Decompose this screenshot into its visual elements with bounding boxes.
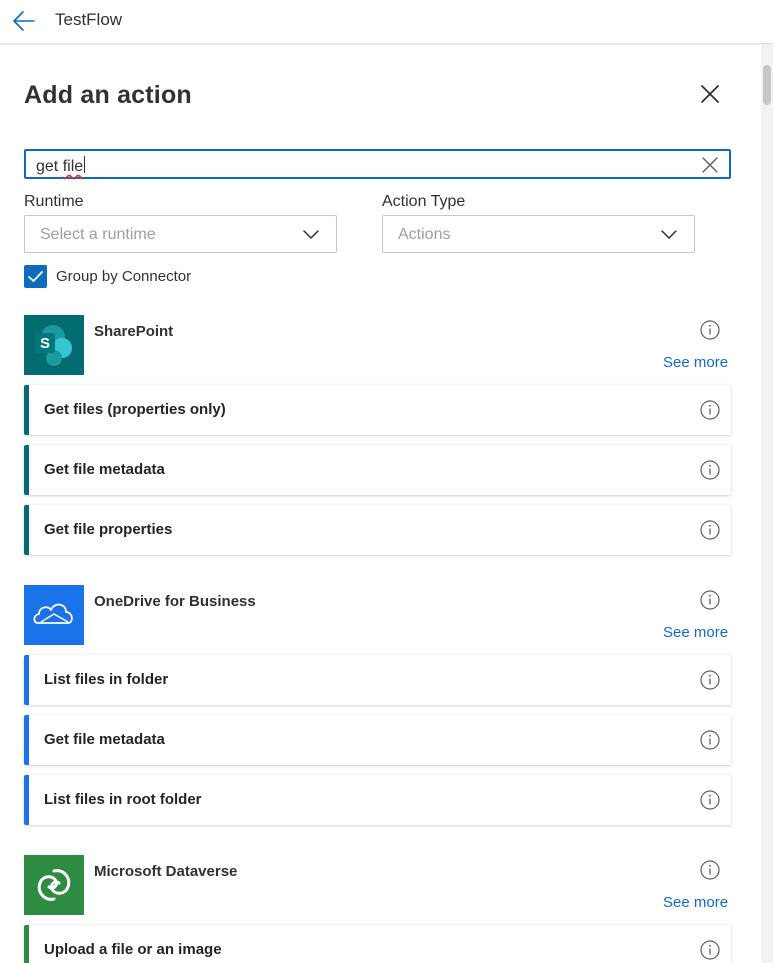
- runtime-dropdown[interactable]: Select a runtime: [24, 215, 337, 253]
- scrollbar-thumb[interactable]: [763, 65, 771, 105]
- runtime-placeholder: Select a runtime: [40, 226, 156, 243]
- info-icon[interactable]: [700, 860, 720, 880]
- search-input[interactable]: get file: [24, 149, 731, 179]
- flow-name: TestFlow: [55, 10, 123, 29]
- action-item[interactable]: Get file metadata: [24, 445, 731, 495]
- onedrive-icon: [24, 585, 84, 645]
- action-type-label: Action Type: [382, 193, 466, 210]
- info-icon[interactable]: [700, 520, 720, 540]
- info-icon[interactable]: [700, 400, 720, 420]
- group-by-connector-label: Group by Connector: [56, 268, 192, 285]
- action-item[interactable]: Get file metadata: [24, 715, 731, 765]
- action-label: Get file properties: [44, 521, 173, 538]
- action-accent: [24, 445, 29, 495]
- action-accent: [24, 655, 29, 705]
- top-bar: TestFlow: [0, 0, 773, 44]
- close-icon[interactable]: [698, 82, 722, 106]
- action-accent: [24, 715, 29, 765]
- action-accent: [24, 505, 29, 555]
- action-label: Get files (properties only): [44, 401, 226, 418]
- action-accent: [24, 775, 29, 825]
- action-type-placeholder: Actions: [398, 226, 451, 243]
- action-item[interactable]: Upload a file or an image: [24, 925, 731, 963]
- checkmark-icon: [28, 271, 43, 282]
- chevron-down-icon: [661, 230, 677, 239]
- connector-name-onedrive: OneDrive for Business: [94, 593, 256, 610]
- action-item[interactable]: List files in root folder: [24, 775, 731, 825]
- back-arrow-icon[interactable]: [10, 8, 38, 34]
- runtime-label: Runtime: [24, 193, 84, 210]
- action-item[interactable]: List files in folder: [24, 655, 731, 705]
- panel-title: Add an action: [24, 81, 192, 109]
- see-more-link[interactable]: See more: [663, 354, 728, 371]
- connector-name-dataverse: Microsoft Dataverse: [94, 863, 238, 880]
- dataverse-icon: [24, 855, 84, 915]
- action-accent: [24, 385, 29, 435]
- see-more-link[interactable]: See more: [663, 624, 728, 641]
- info-icon[interactable]: [700, 320, 720, 340]
- action-item[interactable]: Get file properties: [24, 505, 731, 555]
- info-icon[interactable]: [700, 730, 720, 750]
- action-item[interactable]: Get files (properties only): [24, 385, 731, 435]
- info-icon[interactable]: [700, 670, 720, 690]
- see-more-link[interactable]: See more: [663, 894, 728, 911]
- action-type-dropdown[interactable]: Actions: [382, 215, 695, 253]
- info-icon[interactable]: [700, 460, 720, 480]
- svg-text:S: S: [40, 335, 50, 352]
- clear-icon[interactable]: [701, 156, 719, 174]
- info-icon[interactable]: [700, 940, 720, 960]
- group-by-connector-checkbox[interactable]: [24, 265, 47, 288]
- action-label: Get file metadata: [44, 731, 165, 748]
- action-label: Get file metadata: [44, 461, 165, 478]
- info-icon[interactable]: [700, 790, 720, 810]
- search-value: get file: [36, 156, 86, 175]
- action-label: List files in root folder: [44, 791, 202, 808]
- action-accent: [24, 925, 29, 963]
- chevron-down-icon: [303, 230, 319, 239]
- panel-scrollbar[interactable]: [761, 45, 773, 963]
- action-label: Upload a file or an image: [44, 941, 222, 958]
- add-action-panel: Add an action get file Runtime Select a …: [0, 45, 761, 963]
- connector-name-sharepoint: SharePoint: [94, 323, 174, 340]
- action-label: List files in folder: [44, 671, 169, 688]
- sharepoint-icon: S: [24, 315, 84, 375]
- info-icon[interactable]: [700, 590, 720, 610]
